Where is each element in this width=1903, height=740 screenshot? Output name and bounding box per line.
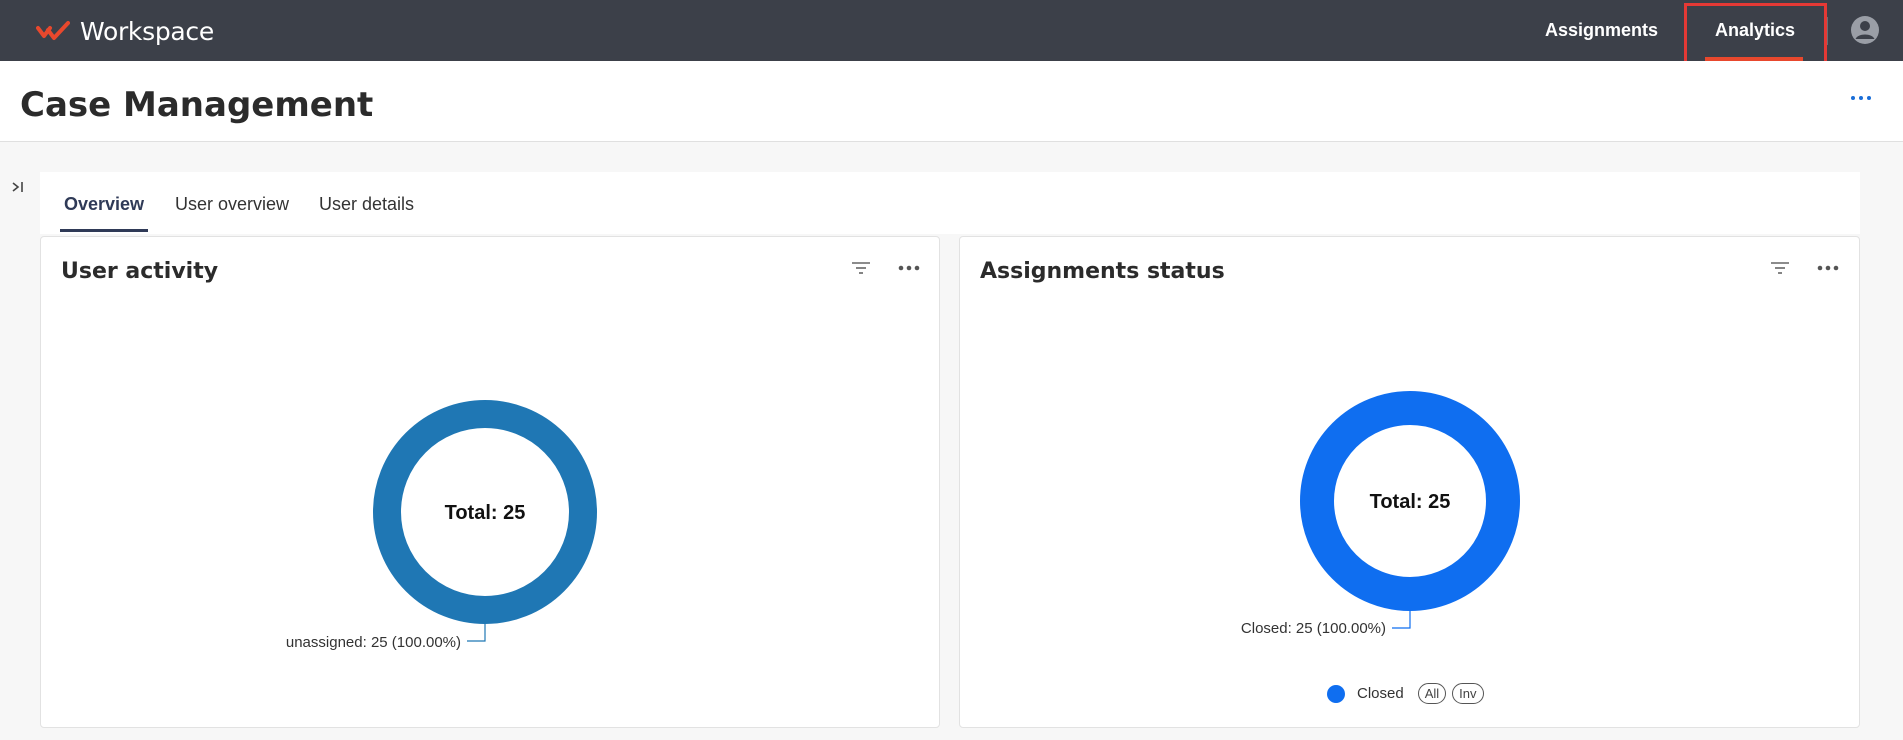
top-navigation-bar: Workspace Assignments Analytics	[0, 0, 1903, 64]
donut-total-label: Total: 25	[1370, 491, 1451, 513]
legend-invert-button[interactable]: Inv	[1452, 683, 1484, 704]
donut-total-label: Total: 25	[445, 502, 526, 524]
active-tab-indicator	[60, 229, 148, 232]
page-title: Case Management	[20, 85, 374, 125]
brand-name: Workspace	[80, 16, 214, 46]
nav-divider	[1827, 17, 1828, 45]
workspace-logo-icon	[36, 21, 70, 40]
page-header: Case Management	[0, 61, 1903, 142]
user-activity-donut-chart: unassigned: 25 (100.00%) Total: 25	[286, 400, 597, 651]
tab-overview[interactable]: Overview	[64, 194, 144, 215]
slice-label-leader-line	[1392, 611, 1411, 629]
legend-all-button[interactable]: All	[1417, 683, 1447, 704]
more-options-icon[interactable]	[1848, 85, 1874, 111]
slice-label: Closed: 25 (100.00%)	[1241, 620, 1386, 637]
slice-label-leader-line	[467, 624, 486, 642]
legend-item-closed[interactable]: Closed	[1357, 685, 1404, 702]
nav-assignments[interactable]: Assignments	[1545, 20, 1658, 41]
analytics-highlight-box	[1684, 3, 1827, 64]
tab-user-details[interactable]: User details	[319, 194, 414, 215]
brand[interactable]: Workspace	[36, 14, 214, 48]
user-activity-card: User activity unassigned: 25 (100.00%) To…	[40, 236, 940, 728]
chart-legend: Closed All Inv	[1327, 683, 1490, 704]
tab-user-overview[interactable]: User overview	[175, 194, 289, 215]
slice-label: unassigned: 25 (100.00%)	[286, 634, 461, 651]
analytics-tabs: Overview User overview User details	[40, 172, 1860, 234]
legend-color-swatch[interactable]	[1327, 684, 1345, 703]
assignments-status-donut-chart: Closed: 25 (100.00%) Total: 25	[1241, 391, 1520, 637]
expand-sidebar-icon[interactable]	[10, 178, 28, 196]
assignments-status-card: Assignments status Closed: 25 (100.00%) T…	[959, 236, 1860, 728]
user-avatar-icon[interactable]	[1850, 15, 1880, 45]
